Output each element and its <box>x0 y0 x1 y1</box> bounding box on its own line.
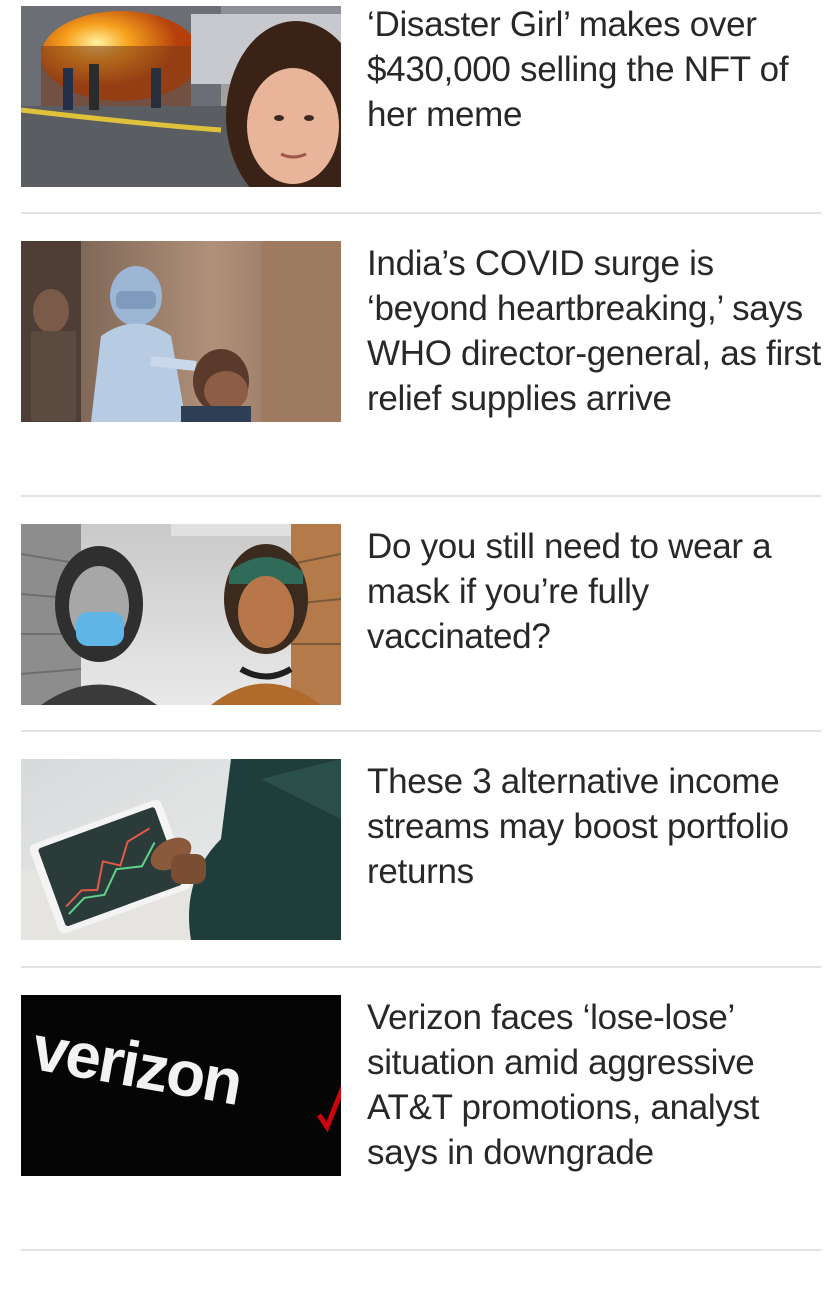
article-headline[interactable]: Verizon faces ‘lose-lose’ situation amid… <box>367 995 821 1175</box>
covid-test-worker-photo <box>21 241 341 422</box>
divider <box>21 730 821 732</box>
article-thumbnail[interactable] <box>21 241 341 422</box>
tablet-stock-chart-photo <box>21 759 341 940</box>
article-thumbnail[interactable] <box>21 6 341 187</box>
burning-house-girl-photo <box>21 6 341 187</box>
divider <box>21 966 821 968</box>
divider <box>21 495 821 497</box>
article-headline[interactable]: These 3 alternative income streams may b… <box>367 759 821 894</box>
article-headline[interactable]: India’s COVID surge is ‘beyond heartbrea… <box>367 241 821 421</box>
news-feed: ‘Disaster Girl’ makes over $430,000 sell… <box>0 0 839 1298</box>
two-women-mask-store-photo <box>21 524 341 705</box>
article-thumbnail[interactable] <box>21 524 341 705</box>
divider <box>21 1249 821 1251</box>
divider <box>21 212 821 214</box>
verizon-logo-photo: verizon <box>21 995 341 1176</box>
article-thumbnail[interactable]: verizon <box>21 995 341 1176</box>
article-thumbnail[interactable] <box>21 759 341 940</box>
article-headline[interactable]: Do you still need to wear a mask if you’… <box>367 524 821 659</box>
article-headline[interactable]: ‘Disaster Girl’ makes over $430,000 sell… <box>367 2 821 137</box>
